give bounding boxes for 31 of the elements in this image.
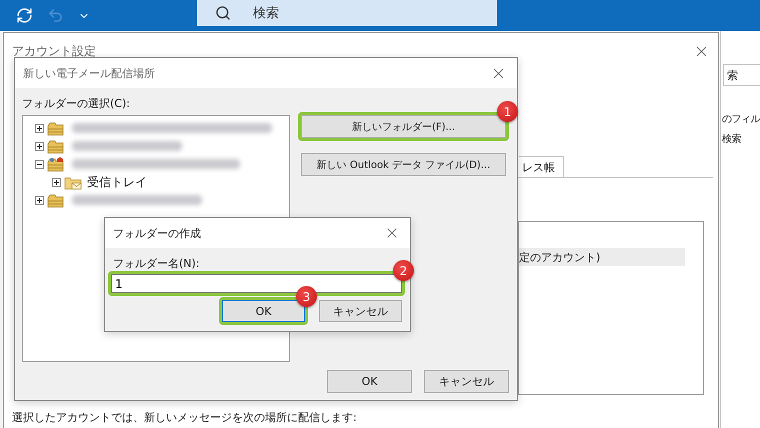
cancel-button[interactable]: キャンセル: [319, 300, 402, 322]
tab[interactable]: レス帳: [519, 156, 564, 177]
dialog-title: フォルダーの作成: [113, 226, 201, 240]
list-row[interactable]: 定のアカウント): [519, 248, 685, 266]
expand-icon[interactable]: [35, 142, 44, 150]
cancel-button[interactable]: キャンセル: [424, 370, 509, 393]
field-label: フォルダー名(N):: [112, 256, 201, 271]
search-field[interactable]: 索: [723, 64, 760, 86]
step-badge: 2: [393, 260, 414, 281]
menu-text[interactable]: のフィル: [721, 112, 760, 126]
ok-button[interactable]: OK: [327, 370, 412, 393]
sync-icon[interactable]: [16, 7, 33, 24]
menu-text[interactable]: 検索: [721, 132, 741, 146]
new-folder-button[interactable]: 新しいフォルダー(F)...: [301, 115, 506, 138]
tree-item-label[interactable]: 受信トレイ: [85, 174, 149, 190]
dialog-title: 新しい電子メール配信場所: [23, 66, 155, 80]
collapse-icon[interactable]: [35, 160, 44, 168]
expand-icon[interactable]: [52, 178, 61, 186]
inbox-folder-icon: [64, 174, 82, 190]
window-title: アカウント設定: [12, 42, 96, 60]
expand-icon[interactable]: [35, 196, 44, 204]
tree-item[interactable]: 受信トレイ: [35, 173, 289, 191]
search-icon: [215, 5, 231, 21]
footer-text: 選択したアカウントでは、新しいメッセージを次の場所に配信します:: [12, 410, 358, 425]
ok-button[interactable]: OK: [222, 300, 305, 322]
step-badge: 1: [497, 101, 518, 122]
search-field[interactable]: 検索: [197, 0, 497, 26]
tree-label: フォルダーの選択(C):: [22, 96, 131, 111]
folder-name-field[interactable]: 1: [111, 274, 402, 293]
new-data-file-button[interactable]: 新しい Outlook データ ファイル(D)...: [301, 153, 506, 176]
expand-icon[interactable]: [35, 124, 44, 132]
